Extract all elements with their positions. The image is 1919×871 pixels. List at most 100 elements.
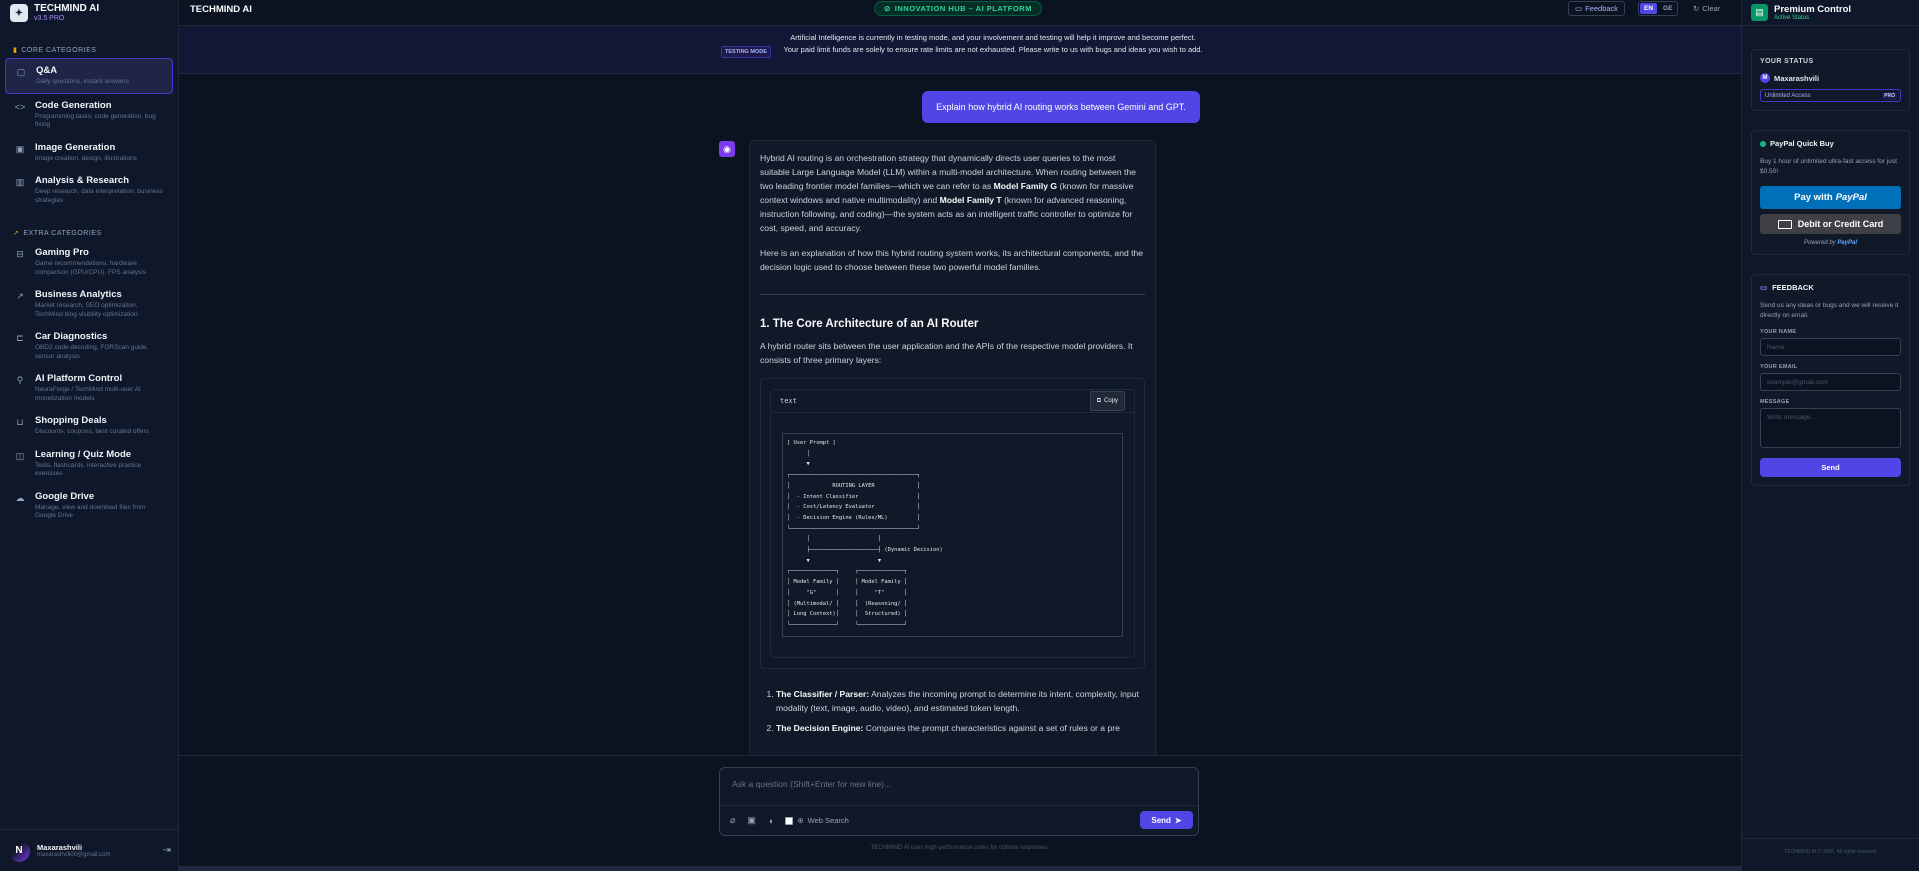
brand-logo-icon: ✦ bbox=[10, 4, 28, 22]
list-item: The Classifier / Parser: Analyzes the in… bbox=[776, 687, 1145, 715]
clear-button[interactable]: ↻ Clear bbox=[1693, 4, 1720, 13]
message-input[interactable]: Ask a question (Shift+Enter for new line… bbox=[732, 779, 891, 789]
sidebar-item-code-generation[interactable]: <> Code Generation Programming tasks, co… bbox=[5, 94, 173, 136]
main-area: TECHMIND AI ⊘ INNOVATION HUB – AI PLATFO… bbox=[179, 0, 1741, 871]
paypal-wordmark: PayPal bbox=[1835, 192, 1867, 203]
code-header: text ⧉ Copy bbox=[771, 390, 1134, 413]
premium-subtitle: Active Status bbox=[1774, 15, 1810, 21]
code-brackets-icon: <> bbox=[14, 101, 26, 112]
sidebar-item-image-generation[interactable]: ▣ Image Generation Image creation, desig… bbox=[5, 136, 173, 170]
bold-text: The Decision Engine: bbox=[776, 723, 864, 733]
email-label: YOUR EMAIL bbox=[1760, 364, 1798, 370]
status-label: YOUR STATUS bbox=[1760, 58, 1814, 65]
status-card: YOUR STATUS M Maxarashvili Unlimited Acc… bbox=[1751, 49, 1910, 111]
category-desc: Market research, SEO optimization, TechM… bbox=[35, 302, 138, 318]
chat-thread[interactable]: Explain how hybrid AI routing works betw… bbox=[179, 75, 1741, 755]
sidebar-item-learning-quiz[interactable]: ◫ Learning / Quiz Mode Tests, flashcards… bbox=[5, 443, 173, 485]
category-title: Shopping Deals bbox=[35, 415, 107, 426]
sidebar-item-gaming-pro[interactable]: ⊟ Gaming Pro Game recommendations, hardw… bbox=[5, 241, 173, 283]
innovation-hub-badge: ⊘ INNOVATION HUB – AI PLATFORM bbox=[874, 1, 1042, 16]
ai-paragraph-3: A hybrid router sits between the user ap… bbox=[760, 341, 1133, 365]
feedback-title-label: FEEDBACK bbox=[1772, 283, 1814, 292]
message-textarea[interactable]: Write message... bbox=[1760, 408, 1901, 448]
extra-categories-label: EXTRA CATEGORIES bbox=[23, 229, 102, 237]
category-desc: Daily questions, instant answers bbox=[36, 78, 129, 85]
cpu-icon: ⚲ bbox=[16, 375, 24, 385]
globe-icon: ⊕ bbox=[797, 816, 804, 825]
code-block: text ⧉ Copy [ User Prompt ] │ ▼ ┌────────… bbox=[770, 389, 1135, 658]
category-title: Q&A bbox=[36, 65, 58, 76]
sidebar-item-shopping-deals[interactable]: ⊔ Shopping Deals Discounts, coupons, bes… bbox=[5, 409, 173, 443]
access-badge: Unlimited Access PRO bbox=[1760, 89, 1901, 102]
category-title: Code Generation bbox=[35, 99, 112, 111]
clear-label: Clear bbox=[1702, 4, 1721, 13]
status-avatar: M bbox=[1760, 73, 1770, 83]
ai-paragraph-1: Hybrid AI routing is an orchestration st… bbox=[760, 151, 1145, 235]
name-input[interactable]: Name bbox=[1760, 338, 1901, 356]
trending-up-icon: ↗ bbox=[16, 291, 24, 301]
category-title: Image Generation bbox=[35, 141, 116, 153]
status-username: Maxarashvili bbox=[1774, 73, 1820, 83]
sidebar-item-business-analytics[interactable]: ↗ Business Analytics Market research, SE… bbox=[5, 283, 173, 325]
message-icon: ▭ bbox=[1575, 4, 1583, 13]
premium-header: ▤ Premium Control Active Status bbox=[1742, 0, 1919, 26]
sidebar-item-ai-platform-control[interactable]: ⚲ AI Platform Control NeuraForge / TechM… bbox=[5, 367, 173, 409]
category-title: AI Platform Control bbox=[35, 373, 123, 384]
lang-en-button[interactable]: EN bbox=[1640, 3, 1658, 14]
right-footer: TECHMIND AI © 2026. All rights reserved. bbox=[1742, 838, 1919, 855]
user-email: maxarashvili00@gmail.com bbox=[37, 852, 111, 858]
paypal-desc: Buy 1 hour of unlimited ultra-fast acces… bbox=[1760, 158, 1897, 175]
category-desc: Tests, flashcards, interactive practice … bbox=[35, 461, 142, 478]
pay-with-paypal-button[interactable]: Pay with PayPal bbox=[1760, 186, 1901, 209]
user-profile: N Maxarashvili maxarashvili00@gmail.com … bbox=[0, 829, 179, 871]
feedback-label: Feedback bbox=[1585, 4, 1619, 13]
attach-icon[interactable]: ⌀ bbox=[730, 815, 735, 826]
bold-text: The Classifier / Parser: bbox=[776, 689, 870, 699]
logout-icon[interactable]: ⇥ bbox=[163, 845, 171, 856]
app-root: ✦ TECHMIND AI v3.5 PRO ▮ CORE CATEGORIES… bbox=[0, 0, 1919, 871]
paypal-title: PayPal Quick Buy bbox=[1760, 139, 1901, 148]
web-search-checkbox[interactable] bbox=[785, 816, 794, 825]
email-input[interactable]: example@gmail.com bbox=[1760, 373, 1901, 391]
send-label: Send bbox=[1151, 815, 1171, 825]
paypal-btn-text: Pay with bbox=[1794, 192, 1833, 203]
web-search-toggle[interactable]: ⊕ Web Search bbox=[785, 816, 849, 825]
paypal-card: PayPal Quick Buy Buy 1 hour of unlimited… bbox=[1751, 130, 1910, 255]
sidebar-item-qa[interactable]: ▢ Q&A Daily questions, instant answers bbox=[5, 58, 173, 94]
chat-bubble-icon: ▢ bbox=[16, 67, 26, 77]
send-button[interactable]: Send ➤ bbox=[1140, 811, 1193, 829]
feedback-send-button[interactable]: Send bbox=[1760, 458, 1901, 477]
feedback-button[interactable]: ▭ Feedback bbox=[1568, 1, 1626, 16]
sidebar-item-car-diagnostics[interactable]: ⊏ Car Diagnostics OBD2 code decoding, FO… bbox=[5, 325, 173, 367]
user-name: Maxarashvili bbox=[37, 843, 83, 852]
feedback-title: ▭ FEEDBACK bbox=[1760, 283, 1901, 292]
copy-button[interactable]: ⧉ Copy bbox=[1089, 391, 1125, 411]
sidebar-item-analysis-research[interactable]: ▥ Analysis & Research Deep research, dat… bbox=[5, 169, 173, 211]
credit-card-icon bbox=[1777, 219, 1792, 229]
debit-credit-card-button[interactable]: Debit or Credit Card bbox=[1760, 214, 1901, 234]
right-panel: ▤ Premium Control Active Status YOUR STA… bbox=[1741, 0, 1919, 871]
brand[interactable]: ✦ TECHMIND AI v3.5 PRO bbox=[0, 0, 178, 26]
sidebar-item-google-drive[interactable]: ☁ Google Drive Manage, view and download… bbox=[5, 485, 173, 527]
hub-label: INNOVATION HUB – AI PLATFORM bbox=[894, 4, 1032, 13]
extra-categories-title: ➚ EXTRA CATEGORIES bbox=[0, 228, 178, 238]
user-message: Explain how hybrid AI routing works betw… bbox=[922, 91, 1200, 123]
top-bar: TECHMIND AI ⊘ INNOVATION HUB – AI PLATFO… bbox=[179, 0, 1741, 26]
refresh-icon: ↻ bbox=[1693, 4, 1700, 13]
powered-by-text: Powered by bbox=[1803, 240, 1836, 246]
list-item: The Decision Engine: Compares the prompt… bbox=[776, 721, 1145, 735]
book-icon: ◫ bbox=[15, 450, 25, 461]
microphone-icon[interactable]: ◖ bbox=[768, 816, 773, 826]
copy-icon: ⧉ bbox=[1096, 398, 1101, 404]
lang-ge-button[interactable]: GE bbox=[1659, 3, 1676, 14]
image-upload-icon[interactable]: ▣ bbox=[747, 815, 756, 826]
category-desc: NeuraForge / TechMind multi-user AI mone… bbox=[35, 386, 141, 402]
avatar[interactable]: N bbox=[8, 839, 30, 862]
status-dot-icon bbox=[1760, 140, 1766, 147]
page-title: TECHMIND AI bbox=[190, 4, 252, 15]
gamepad-icon: ⊟ bbox=[16, 249, 24, 259]
core-category-list: ▢ Q&A Daily questions, instant answers <… bbox=[0, 58, 178, 211]
code-body: [ User Prompt ] │ ▼ ┌───────────────────… bbox=[782, 433, 1123, 637]
cloud-icon: ☁ bbox=[15, 492, 25, 503]
category-desc: Deep research, data interpretation, busi… bbox=[35, 188, 163, 204]
